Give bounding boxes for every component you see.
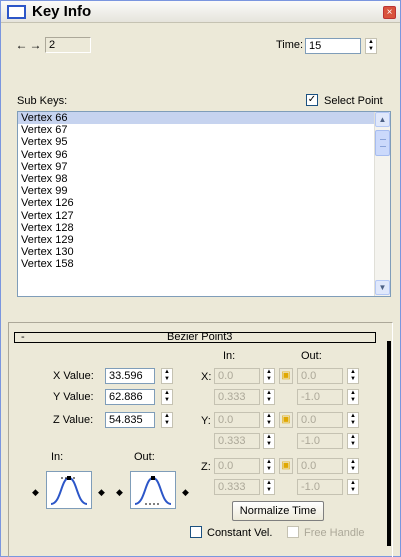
y-out-length-spinner[interactable]: ▲ ▼ (347, 433, 359, 449)
list-item[interactable]: Vertex 127 (18, 210, 390, 222)
tangent-in-header: In: (223, 350, 236, 362)
y-out-tangent-input[interactable]: 0.0 (297, 412, 343, 428)
x-in-tangent-input[interactable]: 0.0 (214, 368, 260, 384)
time-label: Time: (276, 39, 304, 51)
select-point-checkbox[interactable]: ✓ (306, 94, 318, 106)
time-spinner[interactable]: ▲ ▼ (365, 38, 377, 54)
close-button[interactable]: × (383, 6, 396, 19)
list-item[interactable]: Vertex 97 (18, 161, 390, 173)
y-in-spinner[interactable]: ▲ ▼ (263, 412, 275, 428)
y-in-tangent-input[interactable]: 0.0 (214, 412, 260, 428)
title-bar[interactable]: Key Info × (1, 1, 400, 23)
z-out-spinner[interactable]: ▲ ▼ (347, 458, 359, 474)
scroll-up-button[interactable]: ▲ (375, 112, 390, 127)
window-icon (7, 5, 26, 19)
list-item[interactable]: Vertex 95 (18, 136, 390, 148)
free-handle-label: Free Handle (304, 527, 365, 539)
key-info-window: Key Info × ← → 2 Time: 15 ▲ ▼ Sub Keys: ✓… (0, 0, 401, 557)
list-item[interactable]: Vertex 128 (18, 222, 390, 234)
list-item[interactable]: Vertex 66 (18, 112, 390, 125)
z-out-tangent-input[interactable]: 0.0 (297, 458, 343, 474)
next-key-button[interactable]: → (29, 37, 42, 53)
list-item[interactable]: Vertex 126 (18, 197, 390, 209)
bezier-curve-icon (134, 476, 172, 505)
z-out-length-input[interactable]: -1.0 (297, 479, 343, 495)
x-out-tangent-input[interactable]: 0.0 (297, 368, 343, 384)
rollout-collapse-sign: - (21, 331, 25, 343)
in-tangent-next-button[interactable]: ◆ (97, 484, 106, 500)
tangent-out-header: Out: (301, 350, 322, 362)
list-item[interactable]: Vertex 67 (18, 124, 390, 136)
bezier-curve-icon (50, 476, 88, 505)
in-tangent-label: In: (51, 451, 64, 463)
scroll-down-button[interactable]: ▼ (375, 280, 390, 295)
scroll-thumb[interactable] (375, 130, 390, 156)
out-tangent-label: Out: (134, 451, 155, 463)
z-value-spinner[interactable]: ▲ ▼ (161, 412, 173, 428)
z-in-length-input[interactable]: 0.333 (214, 479, 260, 495)
select-point-label: Select Point (324, 95, 383, 107)
list-item[interactable]: Vertex 98 (18, 173, 390, 185)
list-item[interactable]: Vertex 158 (18, 258, 390, 270)
previous-key-button[interactable]: ← (15, 37, 28, 53)
list-item[interactable]: Vertex 99 (18, 185, 390, 197)
y-out-length-input[interactable]: -1.0 (297, 433, 343, 449)
x-out-length-spinner[interactable]: ▲ ▼ (347, 389, 359, 405)
z-in-length-spinner[interactable]: ▲ ▼ (263, 479, 275, 495)
x-value-spinner[interactable]: ▲ ▼ (161, 368, 173, 384)
window-title: Key Info (32, 3, 92, 20)
z-lock-icon[interactable]: ▣ (279, 458, 293, 474)
free-handle-checkbox[interactable] (287, 526, 299, 538)
z-out-length-spinner[interactable]: ▲ ▼ (347, 479, 359, 495)
x-value-input[interactable]: 33.596 (105, 368, 155, 384)
rollout-title: Bezier Point3 (167, 331, 233, 343)
sub-keys-list[interactable]: Vertex 66 Vertex 67 Vertex 95 Vertex 96 Vert… (17, 111, 391, 297)
key-number-display: 2 (45, 37, 91, 53)
out-tangent-prev-button[interactable]: ◆ (115, 484, 124, 500)
y-value-spinner[interactable]: ▲ ▼ (161, 389, 173, 405)
bezier-rollout-header[interactable]: - Bezier Point3 (14, 332, 376, 343)
list-item[interactable]: Vertex 129 (18, 234, 390, 246)
normalize-time-button[interactable]: Normalize Time (232, 501, 324, 521)
x-out-length-input[interactable]: -1.0 (297, 389, 343, 405)
x-lock-icon[interactable]: ▣ (279, 368, 293, 384)
x-in-spinner[interactable]: ▲ ▼ (263, 368, 275, 384)
y-lock-icon[interactable]: ▣ (279, 412, 293, 428)
y-value-label: Y Value: (53, 391, 94, 403)
constant-velocity-checkbox[interactable] (190, 526, 202, 538)
tangent-x-label: X: (201, 371, 212, 383)
sub-keys-label: Sub Keys: (17, 95, 68, 107)
list-item[interactable]: Vertex 130 (18, 246, 390, 258)
in-tangent-curve-button[interactable] (46, 471, 92, 509)
z-in-spinner[interactable]: ▲ ▼ (263, 458, 275, 474)
panel-scroll-strip[interactable] (387, 341, 391, 546)
key-number: 2 (49, 39, 56, 51)
tangent-y-label: Y: (201, 415, 211, 427)
out-tangent-next-button[interactable]: ◆ (181, 484, 190, 500)
x-value-label: X Value: (53, 370, 94, 382)
sub-keys-rows: Vertex 66 Vertex 67 Vertex 95 Vertex 96 Vert… (18, 112, 390, 270)
out-tangent-curve-button[interactable] (130, 471, 176, 509)
time-input[interactable]: 15 (305, 38, 361, 54)
list-scrollbar[interactable]: ▲ ▼ (374, 112, 390, 296)
list-item[interactable]: Vertex 96 (18, 149, 390, 161)
y-in-length-spinner[interactable]: ▲ ▼ (263, 433, 275, 449)
x-in-length-spinner[interactable]: ▲ ▼ (263, 389, 275, 405)
y-out-spinner[interactable]: ▲ ▼ (347, 412, 359, 428)
x-out-spinner[interactable]: ▲ ▼ (347, 368, 359, 384)
z-in-tangent-input[interactable]: 0.0 (214, 458, 260, 474)
y-value-input[interactable]: 62.886 (105, 389, 155, 405)
x-in-length-input[interactable]: 0.333 (214, 389, 260, 405)
in-tangent-prev-button[interactable]: ◆ (31, 484, 40, 500)
z-value-input[interactable]: 54.835 (105, 412, 155, 428)
constant-velocity-label: Constant Vel. (207, 527, 273, 539)
tangent-z-label: Z: (201, 461, 211, 473)
y-in-length-input[interactable]: 0.333 (214, 433, 260, 449)
z-value-label: Z Value: (53, 414, 94, 426)
